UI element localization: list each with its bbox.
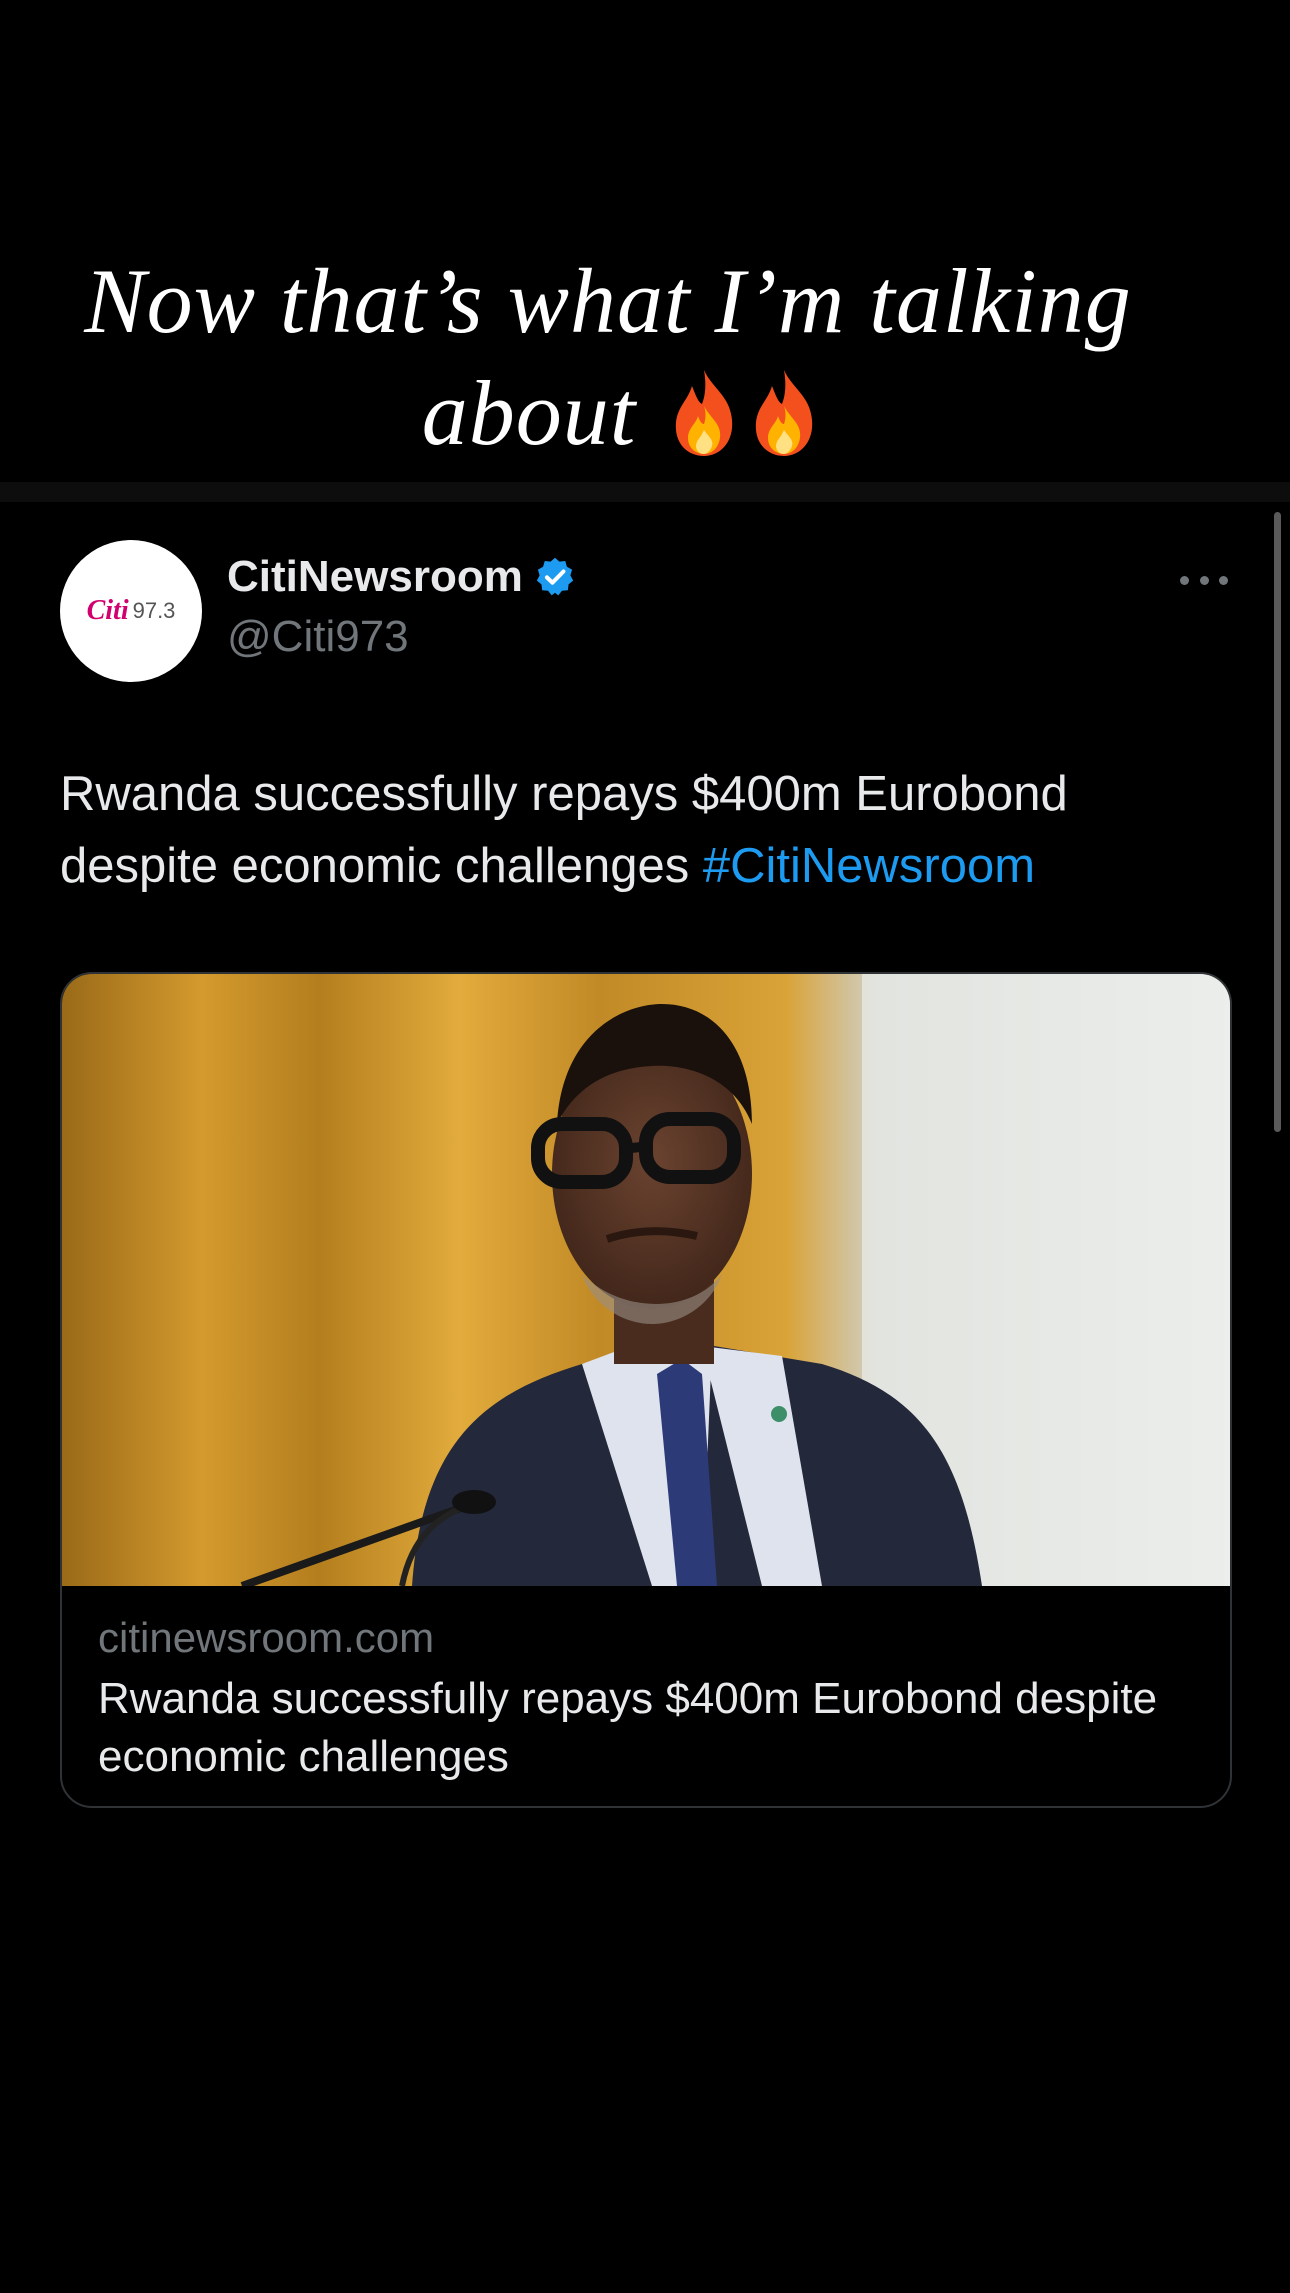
caption-line-1: Now that’s what I’m talking	[84, 250, 1132, 352]
news-photo-icon	[62, 974, 1230, 1586]
avatar-frequency: 97.3	[132, 598, 176, 623]
section-divider	[0, 482, 1290, 502]
more-options-icon[interactable]	[1180, 565, 1228, 595]
avatar-brand: Citi	[86, 595, 129, 626]
fire-emoji-icon	[676, 370, 733, 456]
caption-line-2: about	[0, 357, 1216, 469]
author-name-row: CitiNewsroom	[227, 552, 577, 602]
caption-line-2-text: about	[421, 362, 637, 464]
card-domain: citinewsroom.com	[98, 1614, 435, 1661]
fire-emoji-icon	[756, 370, 813, 456]
dot	[1199, 575, 1209, 585]
display-name[interactable]: CitiNewsroom	[227, 552, 523, 602]
story-caption: Now that’s what I’m talking about	[0, 245, 1216, 469]
link-preview-card[interactable]: citinewsroom.com Rwanda successfully rep…	[60, 972, 1232, 1808]
author-handle[interactable]: @Citi973	[227, 612, 409, 662]
verified-badge-icon	[536, 557, 573, 596]
dot	[1219, 575, 1228, 585]
avatar[interactable]: Citi 97.3	[60, 540, 202, 682]
tweet-text: Rwanda successfully repays $400m Eurobon…	[60, 758, 1210, 902]
dot	[1180, 575, 1189, 585]
scrollbar[interactable]	[1274, 512, 1281, 1132]
card-title: Rwanda successfully repays $400m Eurobon…	[98, 1674, 1158, 1781]
hashtag-link[interactable]: #CitiNewsroom	[703, 839, 1035, 893]
